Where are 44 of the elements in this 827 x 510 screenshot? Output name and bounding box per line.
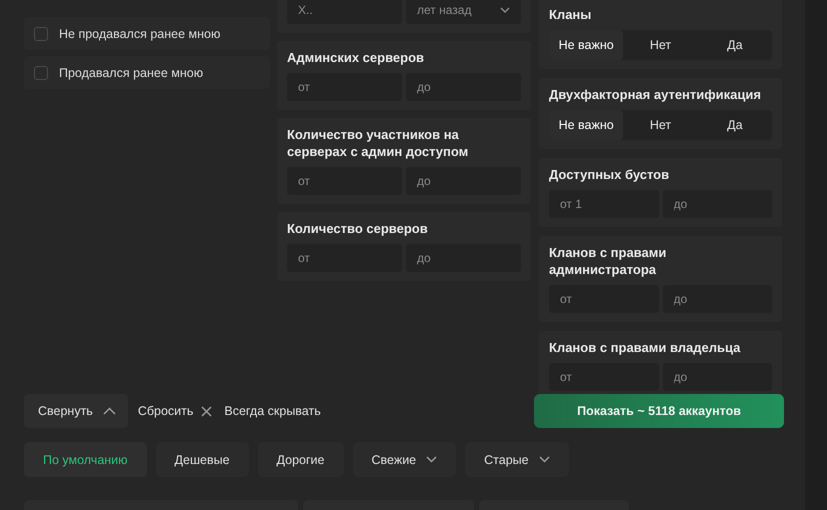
segment-option[interactable]: Да — [698, 30, 772, 60]
checkbox[interactable] — [34, 66, 48, 80]
checkbox[interactable] — [34, 26, 48, 40]
input-field[interactable]: от — [287, 244, 402, 272]
input-field[interactable]: до — [662, 190, 772, 218]
filter-title: Доступных бустов — [549, 166, 670, 183]
filter-title: Кланы — [549, 6, 592, 23]
chevron-down-icon — [500, 7, 510, 13]
sort-option[interactable]: Дорогие — [258, 442, 344, 477]
input-field[interactable]: от — [287, 73, 402, 101]
input-field[interactable]: от — [549, 363, 658, 391]
always-hide-button[interactable]: Всегда скрывать — [222, 404, 323, 418]
checkbox-option[interactable]: Не продавался ранее мною — [24, 17, 270, 50]
close-icon — [201, 406, 212, 416]
input-field[interactable]: до — [662, 285, 772, 313]
input-field[interactable]: Х.. — [287, 0, 402, 24]
sort-option[interactable]: По умолчанию — [24, 442, 147, 477]
input-field[interactable]: от — [549, 285, 658, 313]
filter-title: Количество серверов — [287, 220, 429, 237]
input-field[interactable]: от — [287, 167, 402, 195]
reset-button[interactable]: Сбросить — [136, 404, 214, 418]
sort-option[interactable]: Дешевые — [156, 442, 249, 477]
segment-option[interactable]: Не важно — [549, 110, 624, 140]
filter-title: Количество участников на серверах с админ доступом — [287, 126, 470, 160]
show-accounts-button[interactable]: Показать ~ 5118 аккаунтов — [534, 394, 784, 428]
input-field[interactable]: до — [406, 167, 521, 195]
segment-option[interactable]: Нет — [623, 110, 698, 140]
chevron-up-icon — [102, 407, 116, 415]
filter-title: Кланов с правами администратора — [549, 244, 668, 278]
select-field[interactable]: лет назад — [406, 0, 521, 24]
filter-title: Двухфакторная аутентификация — [549, 86, 762, 103]
input-field[interactable]: до — [662, 363, 772, 391]
input-field[interactable]: до — [406, 73, 521, 101]
sort-option[interactable]: Старые — [465, 442, 569, 477]
input-field[interactable]: до — [406, 244, 521, 272]
segment-option[interactable]: Не важно — [549, 30, 624, 60]
segment-option[interactable]: Да — [698, 110, 772, 140]
checkbox-option[interactable]: Продавался ранее мною — [24, 56, 270, 89]
filter-title: Админских серверов — [287, 49, 425, 66]
segment-option[interactable]: Нет — [623, 30, 698, 60]
sort-option[interactable]: Свежие — [352, 442, 456, 477]
collapse-button[interactable]: Свернуть — [24, 394, 128, 428]
input-field[interactable]: от 1 — [549, 190, 658, 218]
filter-title: Кланов с правами владельца — [549, 339, 742, 356]
